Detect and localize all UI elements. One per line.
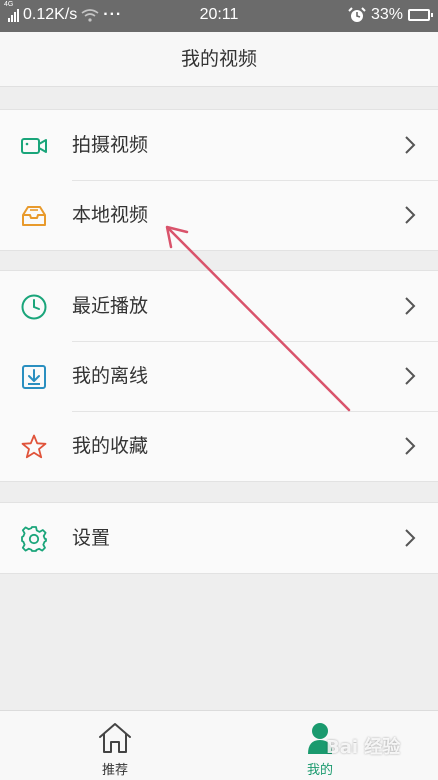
status-right: 33% bbox=[348, 6, 433, 24]
menu-item-label: 我的离线 bbox=[72, 365, 149, 387]
menu-item-recent-played[interactable]: 最近播放 bbox=[0, 271, 438, 341]
menu-item-shoot-video[interactable]: 拍摄视频 bbox=[0, 110, 438, 180]
chevron-right-icon bbox=[405, 367, 416, 385]
chevron-right-icon bbox=[405, 297, 416, 315]
section-library: 最近播放 我的离线 我的收藏 bbox=[0, 270, 438, 482]
menu-item-favorites[interactable]: 我的收藏 bbox=[0, 411, 438, 481]
local-box-icon bbox=[22, 206, 46, 226]
section-settings: 设置 bbox=[0, 502, 438, 574]
status-bar: 4G 0.12K/s ··· 20:11 33% bbox=[0, 0, 438, 32]
menu-item-label: 最近播放 bbox=[72, 295, 149, 317]
watermark-text: Bai 经验 bbox=[326, 737, 401, 758]
chevron-right-icon bbox=[405, 529, 416, 547]
menu-item-label: 设置 bbox=[72, 527, 111, 549]
battery-icon bbox=[408, 9, 433, 21]
star-icon bbox=[21, 434, 47, 459]
menu-item-offline[interactable]: 我的离线 bbox=[0, 341, 438, 411]
page-title: 我的视频 bbox=[180, 48, 257, 70]
baidu-jingyan-watermark: Bai 经验 bbox=[326, 733, 432, 763]
section-capture: 拍摄视频 本地视频 bbox=[0, 109, 438, 251]
battery-percent: 33% bbox=[370, 6, 403, 23]
gear-icon bbox=[21, 526, 47, 552]
menu-item-local-video[interactable]: 本地视频 bbox=[0, 180, 438, 250]
tab-recommend[interactable]: 推荐 bbox=[65, 711, 165, 780]
tab-label: 推荐 bbox=[101, 763, 128, 778]
chevron-right-icon bbox=[405, 136, 416, 154]
menu-item-label: 本地视频 bbox=[72, 204, 149, 226]
menu-item-label: 我的收藏 bbox=[72, 435, 149, 457]
alarm-icon bbox=[348, 7, 366, 22]
download-icon bbox=[22, 365, 46, 389]
clock-icon bbox=[21, 294, 47, 320]
chevron-right-icon bbox=[405, 437, 416, 455]
menu-item-settings[interactable]: 设置 bbox=[0, 503, 438, 573]
chevron-right-icon bbox=[405, 206, 416, 224]
video-camera-icon bbox=[21, 138, 47, 154]
menu-item-label: 拍摄视频 bbox=[72, 134, 149, 156]
home-icon bbox=[99, 723, 131, 753]
page-title-bar: 我的视频 bbox=[0, 32, 438, 87]
